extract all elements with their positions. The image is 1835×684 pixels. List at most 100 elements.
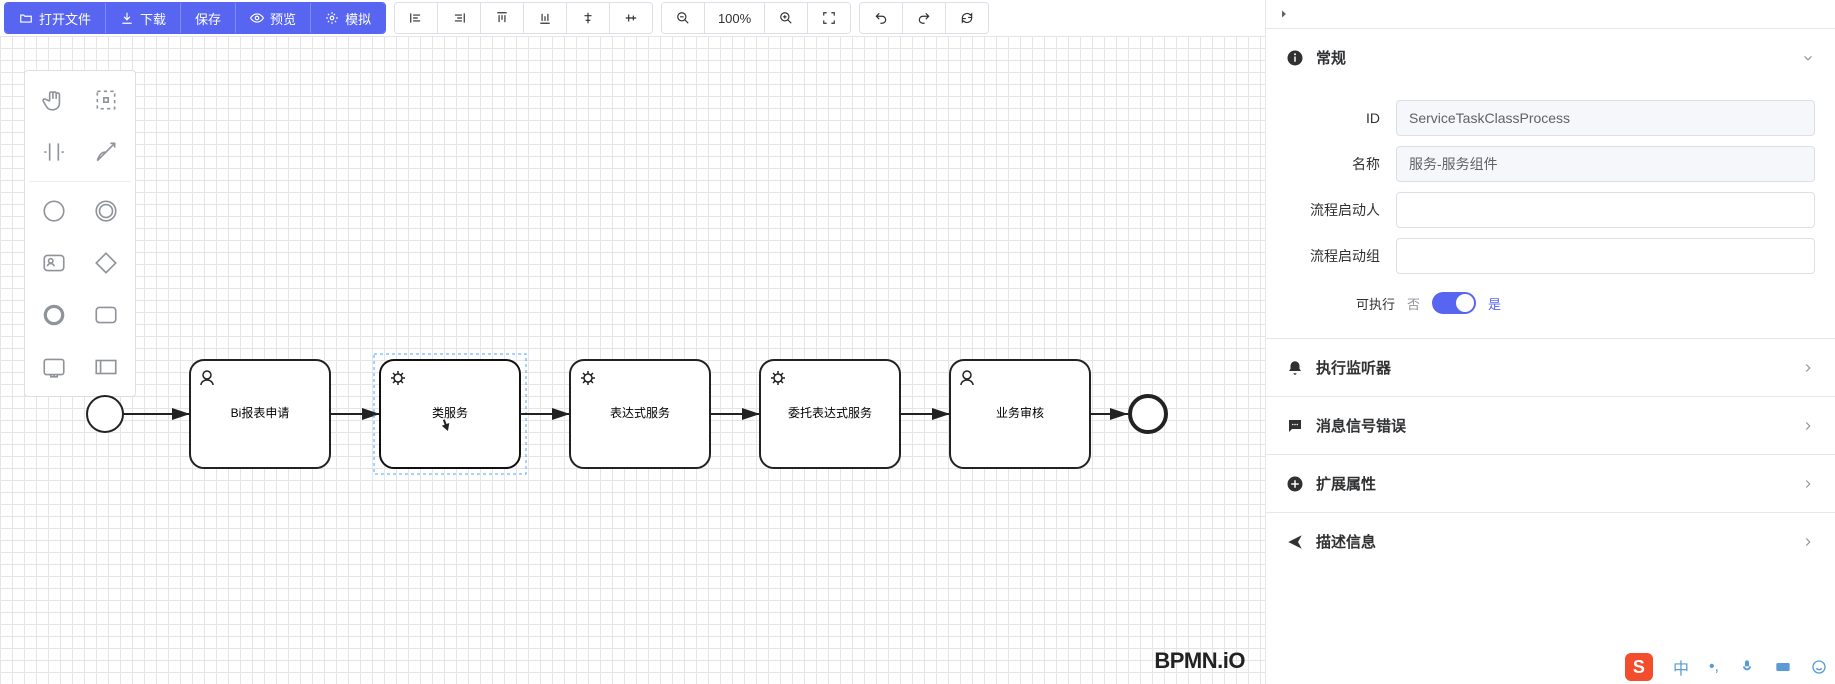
file-action-group: 打开文件 下载 保存 预览 模拟 <box>4 2 386 34</box>
start-group-input[interactable] <box>1396 238 1815 274</box>
ime-punct-icon[interactable]: •, <box>1709 658 1719 676</box>
align-top-button[interactable] <box>481 3 524 33</box>
user-task-node[interactable]: 业务审核 <box>950 360 1090 468</box>
executable-switch[interactable] <box>1432 292 1476 314</box>
simulate-label: 模拟 <box>345 9 371 28</box>
redo-button[interactable] <box>903 3 946 33</box>
download-button[interactable]: 下载 <box>106 3 181 33</box>
simulate-button[interactable]: 模拟 <box>311 3 385 33</box>
align-center-h-button[interactable] <box>567 3 610 33</box>
section-description-header[interactable]: 描述信息 <box>1266 513 1835 570</box>
section-listeners: 执行监听器 <box>1266 338 1835 396</box>
initiator-input[interactable] <box>1396 192 1815 228</box>
keyboard-icon[interactable] <box>1775 659 1791 675</box>
end-event[interactable] <box>1130 396 1166 432</box>
switch-no-label: 否 <box>1407 294 1420 313</box>
section-extensions: 扩展属性 <box>1266 454 1835 512</box>
refresh-icon <box>960 11 974 25</box>
send-icon <box>1286 533 1304 551</box>
chevron-right-icon <box>1801 477 1815 491</box>
zoom-out-icon <box>676 11 690 25</box>
chevron-right-icon <box>1801 535 1815 549</box>
zoom-in-icon <box>779 11 793 25</box>
section-title: 常规 <box>1316 47 1346 68</box>
zoom-fit-icon <box>822 11 836 25</box>
eye-icon <box>250 11 264 25</box>
align-center-v-icon <box>624 11 638 25</box>
executable-label: 可执行 <box>1356 294 1395 313</box>
undo-icon <box>874 11 888 25</box>
start-event[interactable] <box>87 396 123 432</box>
preview-button[interactable]: 预览 <box>236 3 311 33</box>
chevron-down-icon <box>1801 51 1815 65</box>
undo-button[interactable] <box>860 3 903 33</box>
refresh-button[interactable] <box>946 3 988 33</box>
folder-open-icon <box>19 11 33 25</box>
node-label: 委托表达式服务 <box>788 405 872 420</box>
section-general-body: ID ServiceTaskClassProcess 名称 服务-服务组件 流程… <box>1266 86 1835 338</box>
emoji-icon[interactable] <box>1811 659 1827 675</box>
align-center-h-icon <box>581 11 595 25</box>
chevron-right-icon <box>1801 361 1815 375</box>
node-label: Bi报表申请 <box>231 405 290 420</box>
section-signals-header[interactable]: 消息信号错误 <box>1266 397 1835 454</box>
save-label: 保存 <box>195 9 221 28</box>
id-label: ID <box>1286 110 1396 126</box>
section-title: 扩展属性 <box>1316 473 1376 494</box>
section-listeners-header[interactable]: 执行监听器 <box>1266 339 1835 396</box>
download-icon <box>120 11 134 25</box>
user-task-node[interactable]: Bi报表申请 <box>190 360 330 468</box>
start-group-label: 流程启动组 <box>1286 246 1396 266</box>
watermark: BPMN.iO <box>1154 648 1245 674</box>
save-button[interactable]: 保存 <box>181 3 236 33</box>
zoom-level: 100% <box>705 3 765 33</box>
service-task-node[interactable]: 表达式服务 <box>570 360 710 468</box>
section-title: 描述信息 <box>1316 531 1376 552</box>
plus-circle-icon <box>1286 475 1304 493</box>
name-input[interactable]: 服务-服务组件 <box>1396 146 1815 182</box>
bpmn-diagram: Bi报表申请 类服务 表达式服务 委托表达式服务 <box>0 36 1265 684</box>
section-title: 执行监听器 <box>1316 357 1391 378</box>
section-title: 消息信号错误 <box>1316 415 1406 436</box>
align-left-button[interactable] <box>395 3 438 33</box>
open-file-label: 打开文件 <box>39 9 91 28</box>
open-file-button[interactable]: 打开文件 <box>5 3 106 33</box>
message-icon <box>1286 417 1304 435</box>
redo-icon <box>917 11 931 25</box>
align-bottom-button[interactable] <box>524 3 567 33</box>
node-label: 业务审核 <box>996 405 1044 420</box>
initiator-label: 流程启动人 <box>1286 200 1396 220</box>
align-bottom-icon <box>538 11 552 25</box>
align-right-button[interactable] <box>438 3 481 33</box>
section-general-header[interactable]: 常规 <box>1266 29 1835 86</box>
gear-icon <box>325 11 339 25</box>
name-label: 名称 <box>1286 154 1396 174</box>
preview-label: 预览 <box>270 9 296 28</box>
align-center-v-button[interactable] <box>610 3 652 33</box>
align-top-icon <box>495 11 509 25</box>
info-icon <box>1286 49 1304 67</box>
align-right-icon <box>452 11 466 25</box>
align-left-icon <box>409 11 423 25</box>
zoom-group: 100% <box>661 2 851 34</box>
zoom-fit-button[interactable] <box>808 3 850 33</box>
section-general: 常规 ID ServiceTaskClassProcess 名称 服务-服务组件… <box>1266 28 1835 338</box>
service-task-node[interactable]: 委托表达式服务 <box>760 360 900 468</box>
canvas[interactable]: Bi报表申请 类服务 表达式服务 委托表达式服务 <box>0 36 1265 684</box>
section-description: 描述信息 <box>1266 512 1835 570</box>
switch-yes-label: 是 <box>1488 294 1501 313</box>
id-input[interactable]: ServiceTaskClassProcess <box>1396 100 1815 136</box>
section-signals: 消息信号错误 <box>1266 396 1835 454</box>
panel-collapse-bar[interactable] <box>1266 0 1835 28</box>
history-group <box>859 2 989 34</box>
ime-language[interactable]: 中 <box>1673 655 1689 679</box>
zoom-in-button[interactable] <box>765 3 808 33</box>
properties-panel: 常规 ID ServiceTaskClassProcess 名称 服务-服务组件… <box>1265 0 1835 684</box>
zoom-out-button[interactable] <box>662 3 705 33</box>
node-label: 表达式服务 <box>610 405 670 420</box>
section-extensions-header[interactable]: 扩展属性 <box>1266 455 1835 512</box>
sogou-ime-icon[interactable]: S <box>1625 653 1653 681</box>
download-label: 下载 <box>140 9 166 28</box>
service-task-node-selected[interactable]: 类服务 <box>374 354 526 474</box>
microphone-icon[interactable] <box>1739 659 1755 675</box>
